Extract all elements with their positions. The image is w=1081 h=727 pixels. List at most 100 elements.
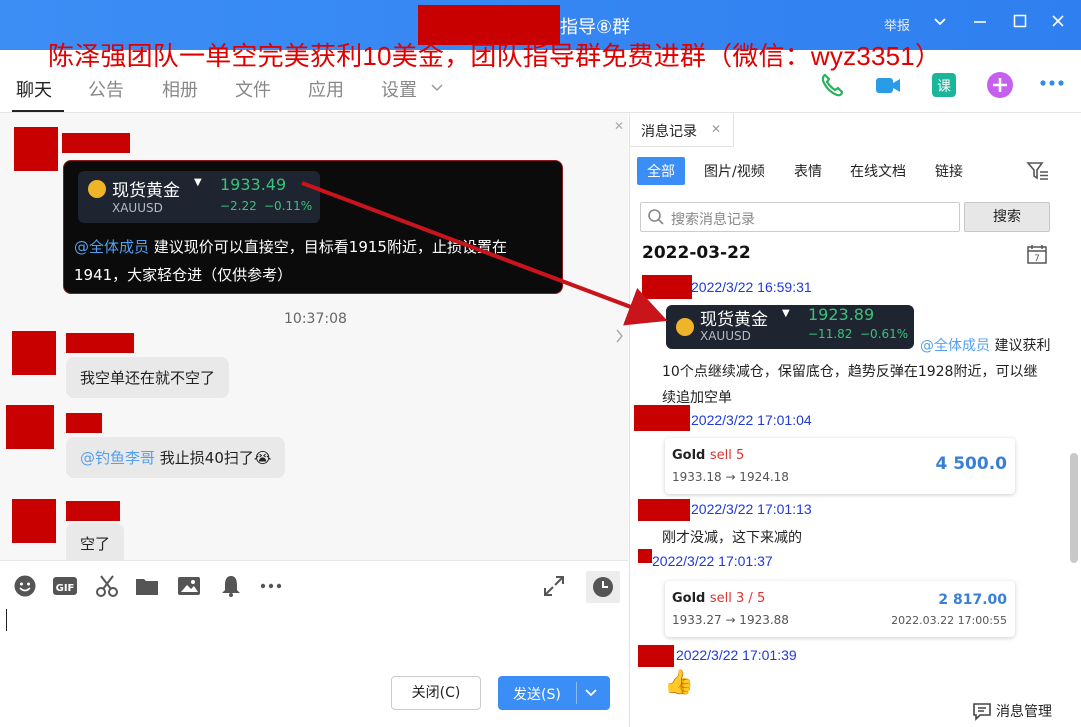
trade-datetime: 2022.03.22 17:00:55 (891, 614, 1007, 627)
close-button[interactable]: 关闭(C) (391, 676, 481, 710)
tab-apps[interactable]: 应用 (308, 76, 344, 102)
filter-media[interactable]: 图片/视频 (704, 161, 765, 181)
report-button[interactable]: 举报 (884, 15, 910, 34)
ticker-price: 1923.89 (808, 305, 875, 324)
gold-coin-icon (88, 180, 106, 198)
message-text: 我止损40扫了😭 (155, 449, 272, 467)
redacted-sender-name (638, 499, 690, 521)
mention-all[interactable]: @全体成员 (74, 238, 149, 256)
tab-settings[interactable]: 设置 (381, 76, 417, 102)
chevron-down-icon[interactable] (430, 78, 444, 99)
phone-call-icon[interactable] (817, 70, 847, 100)
send-divider (576, 682, 577, 704)
redacted-sender-name (62, 133, 130, 153)
chevron-down-icon[interactable] (932, 13, 948, 33)
calendar-icon[interactable]: 7 (1026, 243, 1048, 269)
avatar[interactable] (14, 127, 58, 171)
ticker-symbol: XAUUSD (112, 201, 163, 215)
gold-coin-icon (676, 318, 694, 336)
trade-card[interactable]: Gold sell 5 1933.18 → 1924.18 4 500.0 (665, 438, 1015, 494)
history-tab-label: 消息记录 (641, 124, 697, 140)
history-timestamp: 2022/3/22 17:01:37 (652, 553, 773, 569)
ticker-change-pct: −0.11% (264, 199, 313, 213)
tab-files[interactable]: 文件 (235, 76, 271, 102)
chat-messages[interactable]: 现货黄金 ▼ XAUUSD 1933.49 −2.22 −0.11% @全体成员… (0, 113, 628, 560)
chevron-down-icon[interactable] (584, 686, 598, 704)
app-window: 指导⑧群 举报 陈泽强团队一单空完美获利10美金，团队指导群免费进群（微信：wy… (0, 0, 1081, 727)
avatar[interactable] (6, 405, 54, 449)
search-button[interactable]: 搜索 (964, 202, 1050, 232)
more-tools-icon[interactable] (258, 573, 284, 599)
more-icon[interactable] (1037, 70, 1067, 100)
gold-ticker-card[interactable]: 现货黄金 ▼ XAUUSD 1923.89 −11.82 −0.61% (666, 305, 914, 349)
trade-card[interactable]: Gold sell 3 / 5 1933.27 → 1923.88 2 817.… (665, 581, 1015, 637)
send-button[interactable]: 发送(S) (498, 676, 610, 710)
collapse-panel-icon[interactable] (614, 318, 628, 354)
gold-ticker-card[interactable]: 现货黄金 ▼ XAUUSD 1933.49 −2.22 −0.11% (78, 171, 320, 223)
ticker-price: 1933.49 (220, 175, 287, 194)
minimize-icon[interactable] (972, 13, 988, 33)
folder-icon[interactable] (134, 573, 160, 599)
image-icon[interactable] (176, 573, 202, 599)
redacted-sender-name (638, 549, 652, 563)
trade-side: sell 5 (709, 448, 745, 463)
history-timestamp: 2022/3/22 17:01:04 (691, 412, 812, 428)
maximize-icon[interactable] (1012, 13, 1028, 33)
close-icon[interactable] (1050, 13, 1066, 33)
filter-links[interactable]: 链接 (935, 161, 963, 181)
expand-icon[interactable] (541, 573, 567, 599)
send-button-label: 发送(S) (513, 687, 561, 703)
message-bubble: 我空单还在就不空了 (66, 357, 230, 398)
toolbar-icons: 课 (791, 70, 1081, 106)
trade-instrument: Gold sell 3 / 5 (672, 591, 766, 606)
mention-user[interactable]: @钓鱼李哥 (80, 449, 155, 467)
trade-amount: 2 817.00 (938, 592, 1007, 608)
trade-prices: 1933.27 → 1923.88 (672, 613, 789, 627)
trade-instrument: Gold sell 5 (672, 448, 745, 463)
message-manage-icon[interactable] (972, 701, 992, 725)
ticker-change: −11.82 (808, 327, 853, 341)
message-manage-button[interactable]: 消息管理 (996, 701, 1052, 721)
filter-docs[interactable]: 在线文档 (850, 161, 906, 181)
history-clock-icon[interactable] (586, 571, 620, 603)
redacted-sender-name (634, 405, 690, 431)
tab-announcement[interactable]: 公告 (88, 76, 124, 102)
emoji-icon[interactable] (12, 573, 38, 599)
course-icon[interactable]: 课 (929, 70, 959, 100)
message-composer: GIF 关闭(C) 发送(S) (0, 560, 628, 727)
message-input[interactable] (6, 609, 7, 631)
history-message-text: @全体成员 建议获利 (920, 338, 1051, 354)
history-scrollbar[interactable] (1070, 453, 1078, 563)
svg-text:课: 课 (937, 79, 951, 95)
calendar-day: 7 (1034, 254, 1040, 264)
tab-message-history[interactable]: 消息记录 ✕ (630, 113, 734, 147)
history-timestamp: 2022/3/22 17:01:39 (676, 647, 797, 663)
add-icon[interactable] (985, 70, 1015, 100)
history-message-text: 续追加空单 (662, 390, 732, 406)
filter-all[interactable]: 全部 (637, 157, 685, 185)
avatar[interactable] (12, 499, 56, 543)
video-call-icon[interactable] (873, 70, 903, 100)
filter-options-icon[interactable] (1026, 160, 1050, 186)
filter-stickers[interactable]: 表情 (794, 161, 822, 181)
history-message-text: 刚才没减，这下来减的 (662, 530, 802, 546)
history-search-input[interactable]: 搜索消息记录 (640, 202, 960, 232)
bell-icon[interactable] (218, 573, 244, 599)
avatar[interactable] (12, 331, 56, 375)
trade-side: sell 3 / 5 (709, 591, 766, 606)
gif-icon[interactable]: GIF (52, 573, 78, 599)
nav-tabs: 聊天 公告 相册 文件 应用 设置 (0, 70, 640, 112)
announcement-text: @全体成员 建议现价可以直接空，目标看1915附近，止损设置在1941，大家轻仓… (74, 233, 559, 289)
close-icon[interactable]: ✕ (614, 119, 624, 133)
redacted-sender-name (66, 413, 102, 433)
tab-album[interactable]: 相册 (162, 76, 198, 102)
ticker-change: −2.22 (220, 199, 257, 213)
close-icon[interactable]: ✕ (711, 122, 721, 136)
message-bubble: @钓鱼李哥 我止损40扫了😭 (66, 437, 286, 478)
tab-chat[interactable]: 聊天 (16, 76, 52, 102)
search-icon (647, 208, 665, 230)
caret-down-icon: ▼ (194, 177, 202, 188)
scissors-icon[interactable] (94, 573, 120, 599)
mention-all[interactable]: @全体成员 (920, 338, 990, 354)
history-timestamp: 2022/3/22 16:59:31 (691, 279, 812, 295)
